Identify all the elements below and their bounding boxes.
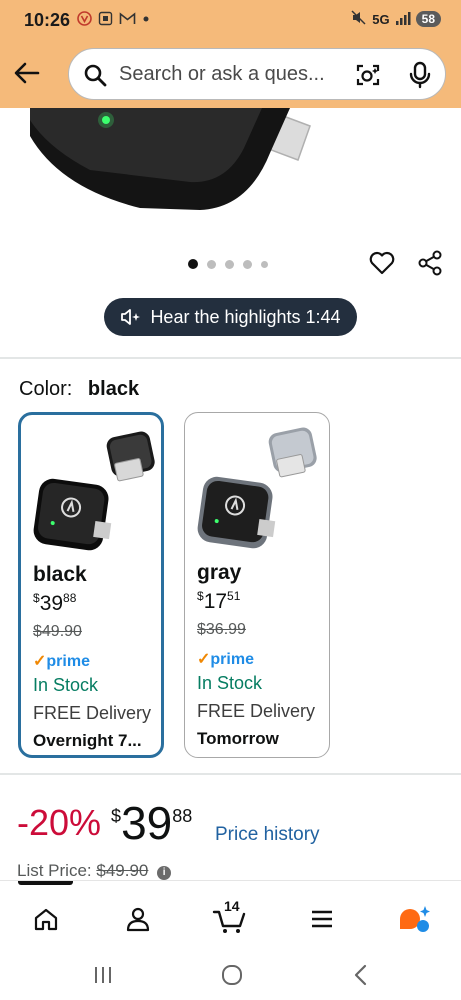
variant-price: $3988 [33,591,77,615]
color-selected-value: black [87,378,140,400]
gallery-pagination [188,259,268,269]
variant-thumbnail [33,431,155,551]
variant-delivery: FREE Delivery [197,701,316,721]
home-icon [34,908,58,931]
status-bar: 10:26 5G 58 [0,0,461,40]
highlights-label: Hear the highlights 1:44 [150,306,341,327]
battery-level: 58 [415,11,441,27]
active-tab-indicator [18,881,73,885]
product-photo [30,108,311,210]
section-divider [0,357,461,359]
screenshot-icon [98,11,113,29]
nav-menu[interactable] [302,899,342,939]
variant-stock: In Stock [197,673,263,693]
bottom-nav [0,880,461,950]
gallery-dot[interactable] [207,259,216,269]
product-image[interactable] [0,108,461,218]
gallery-dot[interactable] [225,259,234,269]
variant-card-gray[interactable]: gray $1751 $36.99 ✓prime In Stock FREE D… [184,412,330,758]
account-icon [126,907,150,932]
search-bar[interactable]: Search or ask a ques... [68,48,446,100]
prime-badge: ✓prime [197,651,254,668]
back-arrow-icon [14,62,40,84]
price-history-link[interactable]: Price history [215,824,320,846]
notification-icons [77,11,150,29]
search-input[interactable]: Search or ask a ques... [119,63,325,86]
cart-count-badge: 14 [224,898,240,914]
variant-delivery-time: Overnight 7... [33,731,142,750]
nav-home[interactable] [26,899,66,939]
variant-name: black [33,563,87,586]
back-system-button[interactable] [346,962,376,988]
price-block: -20% $ 39 88 [17,800,192,860]
variant-list-price: $49.90 [33,623,82,640]
recents-icon [95,967,111,983]
gmail-icon [119,11,136,29]
camera-lens-icon[interactable] [355,62,381,88]
back-button[interactable] [12,58,42,88]
current-price: $ 39 88 [111,797,193,849]
variant-delivery: FREE Delivery [33,703,152,723]
home-system-button[interactable] [217,962,247,988]
color-selector-label: Color: black [19,378,139,401]
microphone-icon[interactable] [409,61,431,89]
speaker-sparkle-icon [121,309,141,325]
color-label: Color: [19,378,73,400]
header-bar: 10:26 5G 58 Search or ask a ques... [0,0,461,108]
search-icon [84,64,107,87]
system-nav-bar [0,950,461,1000]
gallery-dot[interactable] [243,259,252,269]
menu-icon [312,910,332,928]
section-divider [0,773,461,775]
list-price: List Price: $49.90 i [17,861,172,881]
nav-account[interactable] [118,899,158,939]
discount-percent: -20% [17,802,102,843]
home-circle-icon [222,965,242,985]
heart-icon[interactable] [368,249,396,277]
dot-icon [142,11,150,29]
variant-price: $1751 [197,589,241,613]
rufus-icon [400,906,430,932]
variant-stock: In Stock [33,675,99,695]
variant-card-black[interactable]: black $3988 $49.90 ✓prime In Stock FREE … [18,412,164,758]
variant-delivery-time: Tomorrow [197,729,279,748]
status-time: 10:26 [24,10,71,30]
nav-rufus[interactable] [394,899,434,939]
recent-apps-button[interactable] [88,962,118,988]
mute-icon [351,10,367,28]
prime-badge: ✓prime [33,653,90,670]
gallery-dot[interactable] [188,259,198,269]
network-type: 5G [372,11,390,27]
variant-thumbnail [197,427,317,549]
back-chevron-icon [354,964,367,986]
system-icons: 5G 58 [351,10,441,28]
info-icon[interactable]: i [157,866,172,880]
hear-highlights-button[interactable]: Hear the highlights 1:44 [104,298,357,336]
variant-list-price: $36.99 [197,621,246,638]
vpn-icon [77,11,92,29]
gallery-dot[interactable] [261,260,268,268]
signal-icon [395,11,411,28]
share-icon[interactable] [416,249,444,277]
variant-name: gray [197,561,242,584]
